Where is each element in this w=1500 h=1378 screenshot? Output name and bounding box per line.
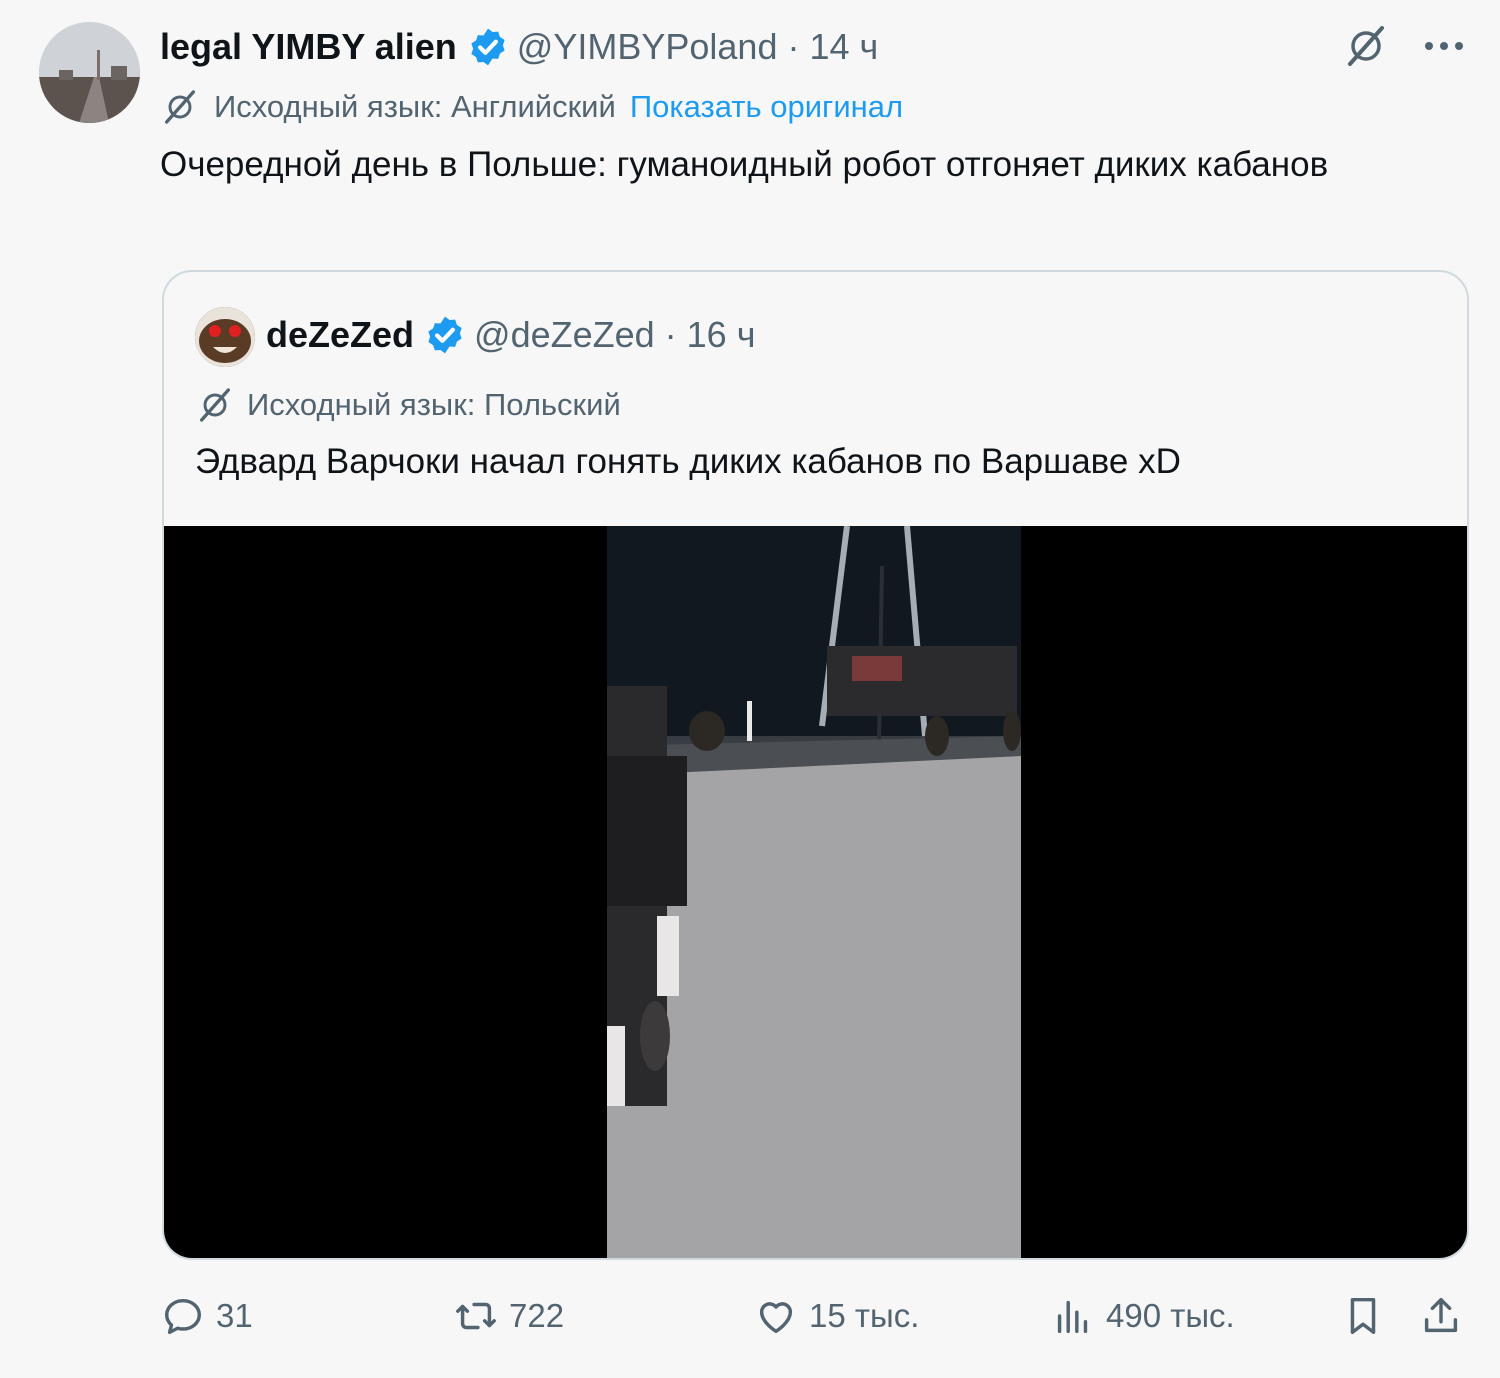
grok-translate-icon: [165, 90, 195, 124]
bookmark-icon: [1350, 1297, 1376, 1335]
translation-label: Исходный язык: Английский: [214, 89, 616, 124]
quoted-verified-badge-icon: [428, 316, 462, 354]
reply-button[interactable]: 31: [160, 1290, 253, 1342]
quoted-text: Эдвард Варчоки начал гонять диких кабано…: [195, 442, 1181, 481]
grok-translate-icon: [200, 388, 230, 422]
quoted-author-avatar[interactable]: [195, 307, 255, 367]
tweet-header: legal YIMBY alien @YIMBYPoland · 14 ч: [160, 22, 878, 72]
author-avatar[interactable]: [39, 22, 140, 123]
video-frame: [607, 526, 1021, 1258]
avatar-image: [39, 22, 140, 123]
show-original-link[interactable]: Показать оригинал: [630, 89, 903, 125]
author-handle[interactable]: @YIMBYPoland: [517, 26, 778, 68]
views-icon: [1057, 1300, 1088, 1334]
quoted-author-name[interactable]: deZeZed: [266, 314, 414, 356]
grok-icon: [1348, 26, 1384, 66]
video-scene: [607, 526, 1021, 1258]
views-count: 490 тыс.: [1106, 1297, 1235, 1334]
quoted-header: deZeZed @deZeZed · 16 ч: [266, 310, 755, 360]
quoted-translation-notice: Исходный язык: Польский: [195, 384, 621, 426]
like-count: 15 тыс.: [809, 1297, 920, 1334]
reply-icon: [164, 1298, 202, 1335]
video-player[interactable]: [164, 526, 1467, 1258]
like-button[interactable]: 15 тыс.: [753, 1290, 919, 1342]
quoted-avatar-image: [195, 307, 255, 367]
like-icon: [759, 1302, 793, 1334]
more-button[interactable]: [1418, 20, 1470, 72]
author-name[interactable]: legal YIMBY alien: [160, 26, 457, 68]
bookmark-button[interactable]: [1340, 1290, 1386, 1342]
tweet-text: Очередной день в Польше: гуманоидный роб…: [160, 145, 1329, 184]
tweet-time[interactable]: · 14 ч: [787, 26, 878, 68]
grok-button[interactable]: [1340, 20, 1392, 72]
translation-notice: Исходный язык: Английский Показать ориги…: [160, 86, 903, 128]
verified-badge-icon: [471, 28, 505, 66]
share-icon: [1424, 1297, 1458, 1333]
repost-count: 722: [509, 1297, 565, 1334]
repost-icon: [456, 1302, 496, 1330]
share-button[interactable]: [1418, 1290, 1464, 1342]
reply-count: 31: [216, 1297, 253, 1334]
more-icon: [1425, 42, 1463, 50]
views-button[interactable]: 490 тыс.: [1050, 1290, 1235, 1342]
quoted-author-handle[interactable]: @deZeZed: [474, 314, 655, 356]
quoted-tweet[interactable]: deZeZed @deZeZed · 16 ч Исходный язык: П…: [162, 270, 1469, 1260]
quoted-time[interactable]: · 16 ч: [665, 314, 756, 356]
quoted-translation-label: Исходный язык: Польский: [247, 387, 621, 422]
repost-button[interactable]: 722: [453, 1290, 564, 1342]
action-bar: 31 722 15 тыс. 490 тыс.: [160, 1290, 1470, 1342]
tweet-top-actions: [1340, 20, 1470, 72]
